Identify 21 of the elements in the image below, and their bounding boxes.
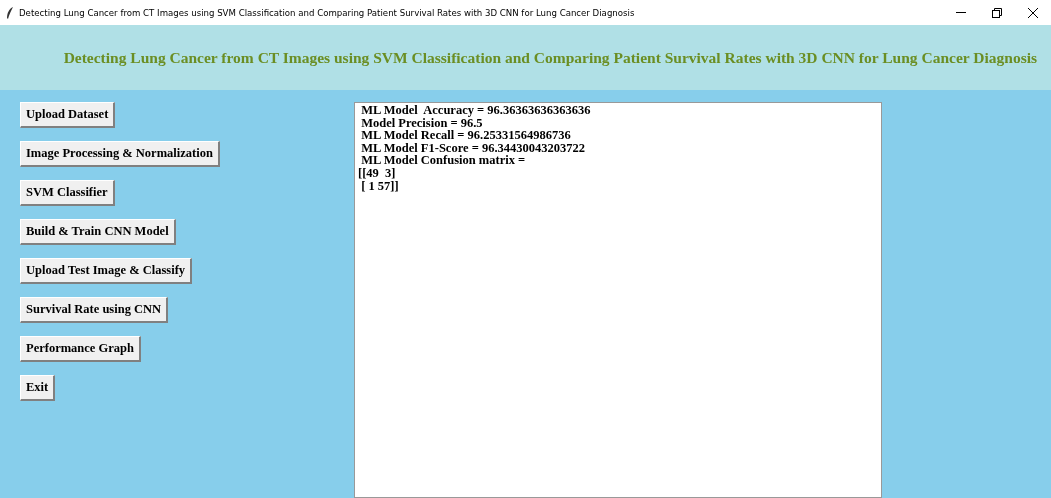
app-title: Detecting Lung Cancer from CT Images using SVM Classification and Comparing Patient Survival Rates with 3D CNN for Lung Cancer Diagnosis — [63, 48, 1037, 67]
action-button[interactable]: Upload Dataset — [20, 102, 116, 128]
restore-icon[interactable] — [992, 7, 1002, 18]
output-line: ML Model Accuracy = 96.36363636363636 — [360, 104, 591, 117]
output-line: [[49 3] — [358, 166, 396, 180]
action-button[interactable]: Build & Train CNN Model — [20, 219, 176, 245]
action-button[interactable]: Image Processing & Normalization — [20, 141, 220, 167]
window-title: Detecting Lung Cancer from CT Images using SVM Classification and Comparing Patient Survival Rates with 3D CNN for Lung Cancer Diagnosis — [19, 7, 635, 18]
action-button[interactable]: Survival Rate using CNN — [20, 297, 169, 323]
action-button[interactable]: Performance Graph — [20, 336, 141, 362]
close-icon[interactable] — [1028, 7, 1038, 18]
output-line: [ 1 57]] — [361, 179, 399, 193]
output-line: ML Model Confusion matrix = — [360, 154, 527, 167]
feather-icon — [6, 6, 14, 19]
output-text-area[interactable]: ML Model Accuracy = 96.36363636363636 Model Precision = 96.5 ML Model Recall = 96.25331564986736 ML Model F1-Score = 96.34430043203722 ML Model Confusion matrix = [[49 3] [ 1 57]] — [354, 102, 882, 498]
output-line: ML Model F1-Score = 96.34430043203722 — [360, 141, 585, 155]
output-line: ML Model Recall = 96.25331564986736 — [360, 129, 571, 142]
action-button[interactable]: SVM Classifier — [20, 180, 115, 206]
action-button[interactable]: Exit — [20, 375, 56, 401]
output-line: Model Precision = 96.5 — [360, 116, 483, 130]
action-button[interactable]: Upload Test Image & Classify — [20, 258, 193, 284]
